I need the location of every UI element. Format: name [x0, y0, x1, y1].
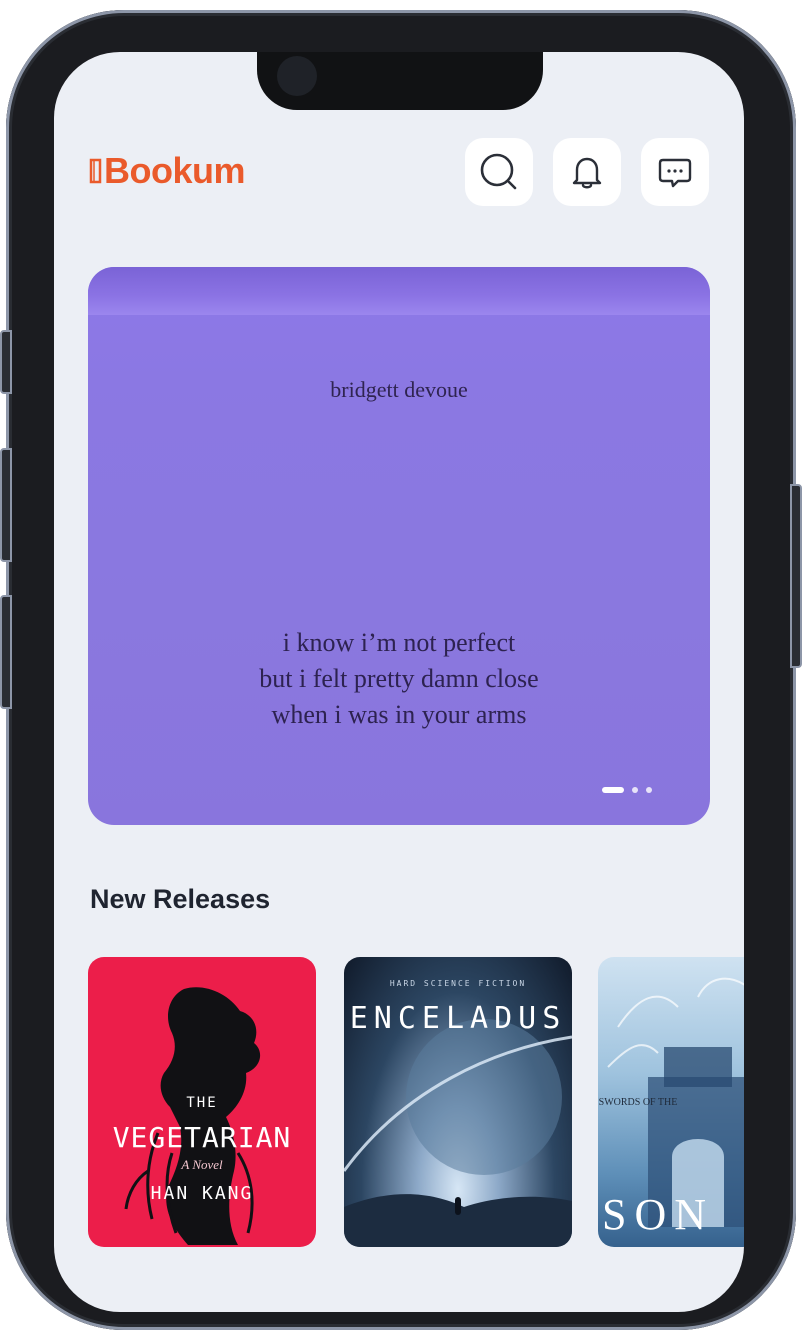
carousel-indicator[interactable] — [602, 787, 652, 793]
phone-volume-up — [0, 448, 12, 562]
book-genre: HARD SCIENCE FICTION — [389, 979, 527, 988]
quote-line: but i felt pretty damn close — [259, 664, 539, 693]
notifications-button[interactable] — [553, 138, 621, 206]
app-header: Bookum — [88, 138, 710, 208]
quote-line: when i was in your arms — [271, 700, 527, 729]
book-card-vegetarian[interactable]: THE VEGETARIAN A Novel HAN KANG — [88, 957, 316, 1247]
front-camera — [277, 56, 317, 96]
book-subtitle: A Novel — [181, 1157, 223, 1172]
phone-power-button — [790, 484, 802, 668]
book-title-small: SWORDS OF THE — [598, 1097, 678, 1108]
section-title-new-releases: New Releases — [90, 884, 271, 914]
book-title: SON — [602, 1190, 715, 1239]
quote-line: i know i’m not perfect — [282, 628, 516, 657]
new-releases-carousel[interactable]: THE VEGETARIAN A Novel HAN KANG HARD SCI… — [88, 957, 744, 1247]
carousel-dot[interactable] — [646, 787, 652, 793]
book-card-swords-of-the-son[interactable]: SWORDS OF THE SON — [598, 957, 744, 1247]
carousel-dot-active[interactable] — [602, 787, 624, 793]
app-screen: Bookum bridgett devoue i know i’m not pe… — [54, 52, 744, 1312]
app-name: Bookum — [104, 150, 246, 191]
book-title: VEGETARIAN — [112, 1121, 292, 1154]
banner-fabric-fold — [88, 267, 710, 315]
banner-quote: i know i’m not perfect but i felt pretty… — [88, 625, 710, 733]
book-title-prefix: THE — [186, 1095, 218, 1111]
bell-icon — [572, 157, 602, 189]
book-author: HAN KANG — [150, 1183, 254, 1204]
app-logo[interactable]: Bookum — [88, 150, 246, 192]
chat-icon — [658, 158, 692, 188]
messages-button[interactable] — [641, 138, 709, 206]
phone-mute-switch — [0, 330, 12, 394]
phone-notch — [257, 52, 543, 110]
search-icon — [480, 153, 517, 190]
book-logo-icon — [89, 158, 102, 184]
featured-banner[interactable]: bridgett devoue i know i’m not perfect b… — [88, 267, 710, 825]
book-card-enceladus[interactable]: HARD SCIENCE FICTION ENCELADUS — [344, 957, 572, 1247]
book-title: ENCELADUS — [349, 1001, 567, 1036]
search-button[interactable] — [465, 138, 533, 206]
banner-author: bridgett devoue — [330, 377, 468, 402]
phone-volume-down — [0, 595, 12, 709]
carousel-dot[interactable] — [632, 787, 638, 793]
